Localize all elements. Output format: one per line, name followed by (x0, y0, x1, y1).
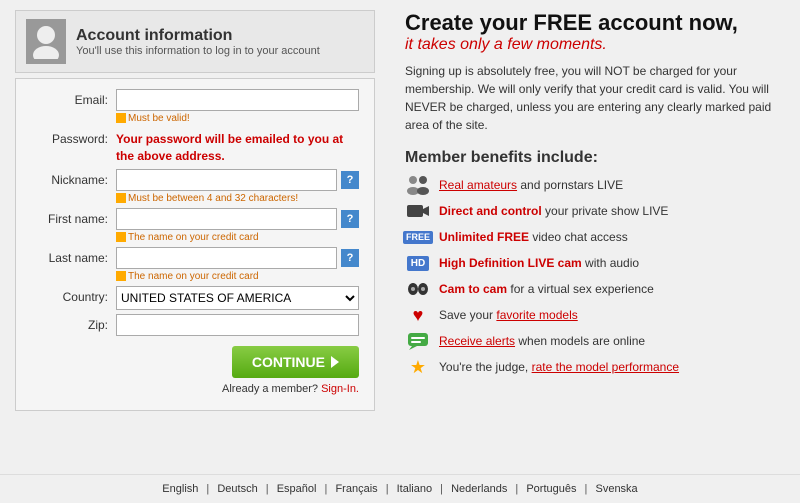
star-icon: ★ (405, 357, 431, 377)
lastname-input-group: ? (116, 247, 359, 269)
nickname-label: Nickname: (31, 169, 116, 187)
heart-symbol: ♥ (413, 305, 424, 326)
hd-icon: HD (405, 253, 431, 273)
benefit-text-1: Real amateurs and pornstars LIVE (439, 178, 623, 192)
lastname-label: Last name: (31, 247, 116, 265)
lastname-field-block: ? The name on your credit card (116, 247, 359, 282)
benefit-item-5: Cam to cam for a virtual sex experience (405, 279, 785, 299)
already-member-text: Already a member? Sign-In. (31, 383, 359, 395)
benefit-item-2: Direct and control your private show LIV… (405, 201, 785, 221)
benefit-text-3: Unlimited FREE video chat access (439, 230, 628, 244)
lastname-row: Last name: ? The name on your credit car… (31, 247, 359, 282)
benefit-text-5: Cam to cam for a virtual sex experience (439, 282, 654, 296)
firstname-row: First name: ? The name on your credit ca… (31, 208, 359, 243)
right-panel: Create your FREE account now, it takes o… (395, 10, 785, 464)
nickname-input-group: ? (116, 169, 359, 191)
benefit-text-6: Save your favorite models (439, 308, 578, 322)
warning-icon-4 (116, 271, 126, 281)
footer-link-portugues[interactable]: Português (526, 483, 576, 495)
password-message: Your password will be emailed to you at … (116, 131, 359, 165)
lastname-hint: The name on your credit card (116, 271, 359, 282)
benefit-item-7: Receive alerts when models are online (405, 331, 785, 351)
firstname-info-button[interactable]: ? (341, 210, 359, 228)
country-field-block: UNITED STATES OF AMERICA (116, 286, 359, 310)
chat-icon (405, 331, 431, 351)
nickname-input[interactable] (116, 169, 337, 191)
lastname-info-button[interactable]: ? (341, 249, 359, 267)
benefit-item-1: Real amateurs and pornstars LIVE (405, 175, 785, 195)
footer-link-espanol[interactable]: Español (277, 483, 317, 495)
benefit-text-2: Direct and control your private show LIV… (439, 204, 668, 218)
account-subtitle: You'll use this information to log in to… (76, 45, 320, 57)
main-content: Account information You'll use this info… (0, 0, 800, 474)
zip-input[interactable] (116, 314, 359, 336)
benefit-item-6: ♥ Save your favorite models (405, 305, 785, 325)
footer-link-francais[interactable]: Français (335, 483, 377, 495)
headline-sub: it takes only a few moments. (405, 36, 785, 54)
firstname-hint: The name on your credit card (116, 232, 359, 243)
country-label: Country: (31, 286, 116, 304)
benefit-item-8: ★ You're the judge, rate the model perfo… (405, 357, 785, 377)
email-row: Email: Must be valid! (31, 89, 359, 124)
country-row: Country: UNITED STATES OF AMERICA (31, 286, 359, 310)
email-label: Email: (31, 89, 116, 107)
zip-field-block (116, 314, 359, 336)
footer-link-italiano[interactable]: Italiano (397, 483, 432, 495)
firstname-input[interactable] (116, 208, 337, 230)
firstname-field-block: ? The name on your credit card (116, 208, 359, 243)
benefit-text-7: Receive alerts when models are online (439, 334, 645, 348)
continue-label: CONTINUE (252, 354, 325, 370)
free-badge: FREE (403, 231, 433, 244)
warning-icon-2 (116, 193, 126, 203)
account-header: Account information You'll use this info… (15, 10, 375, 73)
footer-link-deutsch[interactable]: Deutsch (217, 483, 257, 495)
unlimited-icon: FREE (405, 227, 431, 247)
account-title: Account information (76, 27, 320, 45)
email-field-block: Must be valid! (116, 89, 359, 124)
email-hint: Must be valid! (116, 113, 359, 124)
page-wrapper: Account information You'll use this info… (0, 0, 800, 503)
left-panel: Account information You'll use this info… (15, 10, 375, 464)
password-row: Password: Your password will be emailed … (31, 128, 359, 165)
warning-icon-3 (116, 232, 126, 242)
benefit-text-8: You're the judge, rate the model perform… (439, 360, 679, 374)
nickname-field-block: ? Must be between 4 and 32 characters! (116, 169, 359, 204)
continue-arrow-icon (331, 356, 339, 368)
heart-icon: ♥ (405, 305, 431, 325)
free-description: Signing up is absolutely free, you will … (405, 62, 785, 134)
warning-icon (116, 113, 126, 123)
country-select[interactable]: UNITED STATES OF AMERICA (116, 286, 359, 310)
form-panel: Email: Must be valid! Password: Your pas… (15, 78, 375, 411)
lastname-input[interactable] (116, 247, 337, 269)
zip-label: Zip: (31, 314, 116, 332)
signin-link[interactable]: Sign-In. (321, 383, 359, 395)
account-title-block: Account information You'll use this info… (76, 27, 320, 57)
headline-free: Create your FREE account now, (405, 10, 785, 36)
nickname-row: Nickname: ? Must be between 4 and 32 cha… (31, 169, 359, 204)
nickname-info-button[interactable]: ? (341, 171, 359, 189)
zip-row: Zip: (31, 314, 359, 336)
firstname-input-group: ? (116, 208, 359, 230)
footer-link-nederlands[interactable]: Nederlands (451, 483, 507, 495)
footer-link-english[interactable]: English (162, 483, 198, 495)
cam-icon (405, 201, 431, 221)
continue-button[interactable]: CONTINUE (232, 346, 359, 378)
nickname-hint: Must be between 4 and 32 characters! (116, 193, 359, 204)
footer: English | Deutsch | Español | Français |… (0, 474, 800, 503)
firstname-label: First name: (31, 208, 116, 226)
benefit-item-3: FREE Unlimited FREE video chat access (405, 227, 785, 247)
star-symbol: ★ (410, 357, 426, 378)
benefit-text-4: High Definition LIVE cam with audio (439, 256, 639, 270)
hd-badge: HD (407, 256, 429, 271)
eyes-icon (405, 279, 431, 299)
benefits-title: Member benefits include: (405, 149, 785, 167)
benefit-item-4: HD High Definition LIVE cam with audio (405, 253, 785, 273)
btn-row: CONTINUE (31, 346, 359, 378)
password-field-block: Your password will be emailed to you at … (116, 128, 359, 165)
footer-link-svenska[interactable]: Svenska (595, 483, 637, 495)
email-input[interactable] (116, 89, 359, 111)
person-icon (405, 175, 431, 195)
avatar (26, 19, 66, 64)
password-label: Password: (31, 128, 116, 146)
